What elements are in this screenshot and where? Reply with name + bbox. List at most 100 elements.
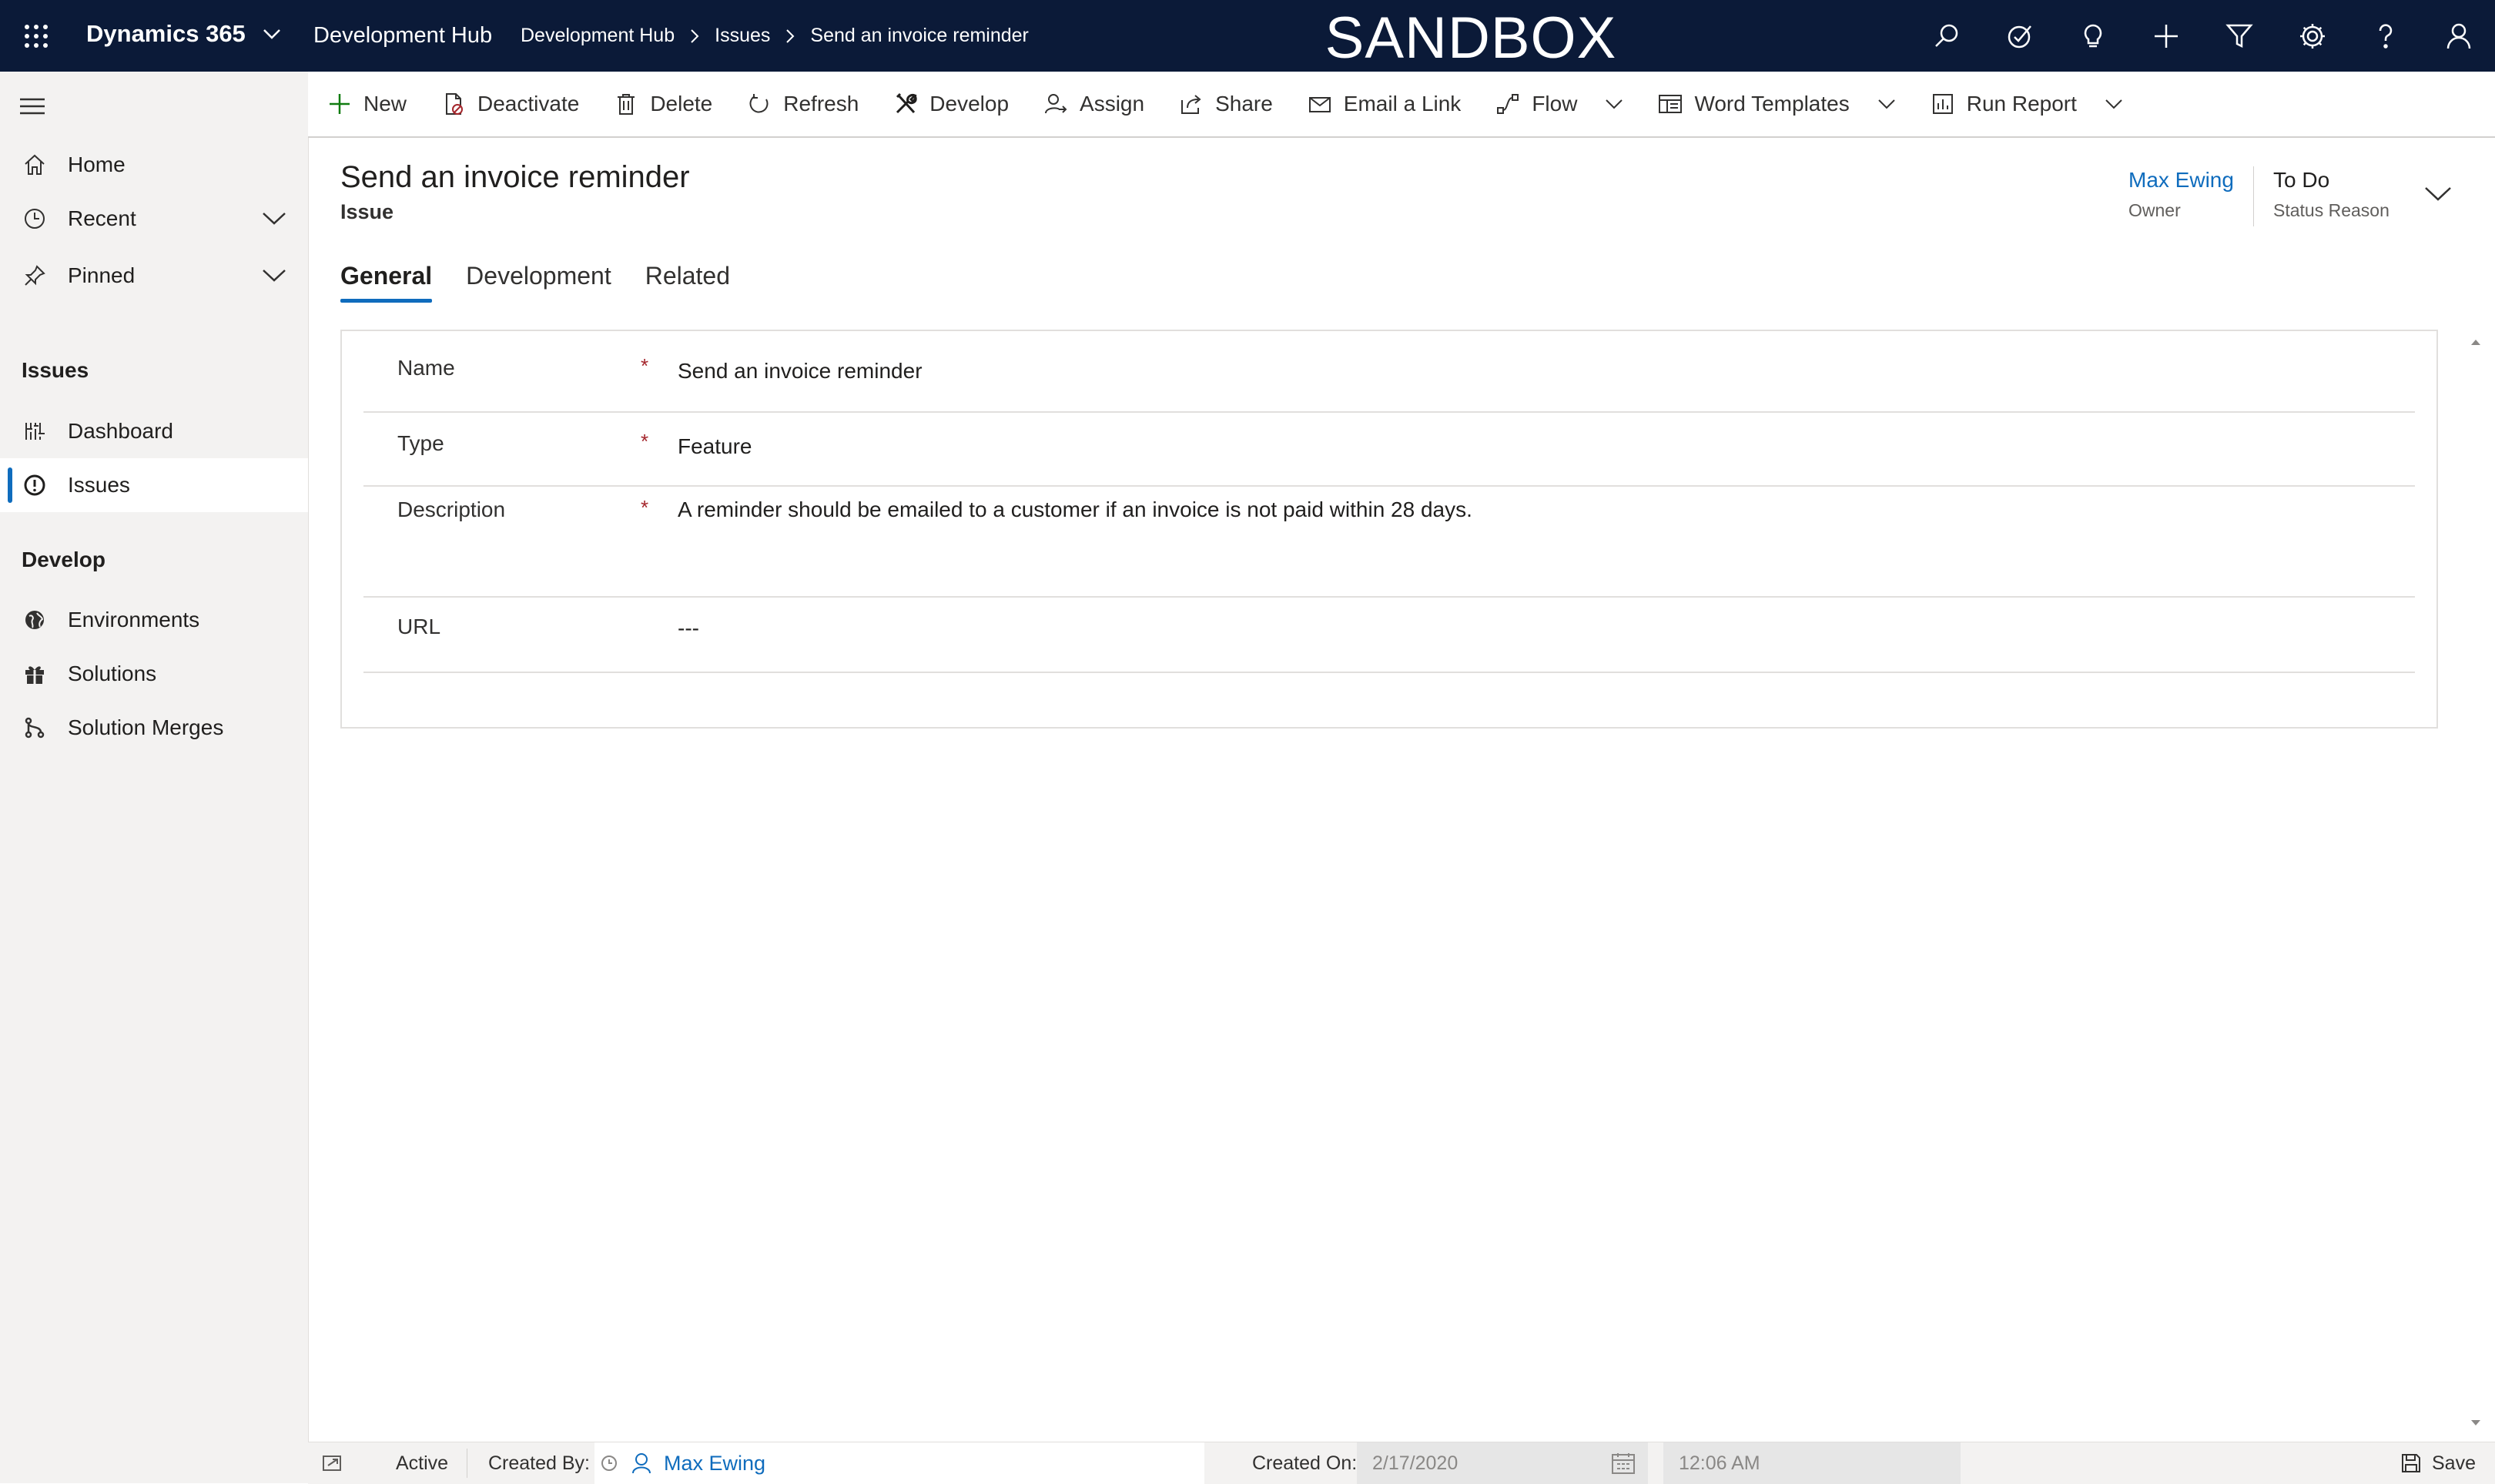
email-icon bbox=[1307, 91, 1333, 117]
tab-related[interactable]: Related bbox=[645, 262, 730, 303]
home-icon bbox=[22, 152, 48, 178]
required-marker: * bbox=[641, 430, 649, 453]
breadcrumb-item[interactable]: Development Hub bbox=[521, 25, 675, 47]
created-on-label: Created On: bbox=[1252, 1452, 1358, 1474]
command-label: Develop bbox=[929, 92, 1010, 116]
field-label: Description bbox=[397, 497, 506, 521]
breadcrumb-item[interactable]: Issues bbox=[715, 25, 770, 47]
url-input[interactable]: --- bbox=[678, 616, 699, 641]
flow-button[interactable]: Flow bbox=[1478, 72, 1640, 136]
general-section: Name * Send an invoice reminder Type * F… bbox=[340, 330, 2438, 729]
sitemap-item-issues[interactable]: Issues bbox=[0, 458, 308, 512]
plus-icon[interactable] bbox=[2129, 0, 2202, 72]
assign-icon bbox=[1043, 91, 1069, 117]
help-icon[interactable] bbox=[2349, 0, 2422, 72]
sitemap-item-environments[interactable]: Environments bbox=[0, 593, 308, 647]
lightbulb-icon[interactable] bbox=[2056, 0, 2129, 72]
clock-icon bbox=[601, 1456, 617, 1471]
command-label: Deactivate bbox=[477, 92, 580, 116]
record-entity-name: Issue bbox=[340, 200, 394, 223]
search-icon[interactable] bbox=[1910, 0, 1983, 72]
refresh-button[interactable]: Refresh bbox=[729, 72, 876, 136]
created-on-date-field[interactable]: 2/17/2020 bbox=[1357, 1442, 1648, 1484]
save-label: Save bbox=[2432, 1452, 2476, 1474]
form-footer: Active Created By: Max Ewing Created On:… bbox=[308, 1442, 2495, 1484]
sitemap-item-label: Issues bbox=[68, 473, 130, 497]
command-label: New bbox=[363, 92, 407, 116]
field-label: Name bbox=[397, 356, 455, 380]
deactivate-button[interactable]: Deactivate bbox=[424, 72, 596, 136]
description-textarea[interactable]: A reminder should be emailed to a custom… bbox=[678, 497, 1472, 522]
sitemap-group-header: Issues bbox=[22, 358, 89, 382]
sitemap-item-home[interactable]: Home bbox=[0, 138, 308, 192]
command-label: Run Report bbox=[1966, 92, 2077, 116]
email-a-link-button[interactable]: Email a Link bbox=[1290, 72, 1479, 136]
required-marker: * bbox=[641, 354, 649, 377]
chevron-down-icon[interactable] bbox=[262, 269, 286, 283]
chevron-down-icon[interactable] bbox=[1877, 99, 1896, 109]
run-report-button[interactable]: Run Report bbox=[1913, 72, 2140, 136]
app-switcher[interactable]: Dynamics 365 bbox=[86, 20, 281, 48]
word-templates-button[interactable]: Word Templates bbox=[1640, 72, 1912, 136]
assign-button[interactable]: Assign bbox=[1026, 72, 1161, 136]
user-icon bbox=[632, 1453, 651, 1474]
user-icon[interactable] bbox=[2422, 0, 2495, 72]
type-select[interactable]: Feature bbox=[678, 434, 752, 459]
sitemap-item-pinned[interactable]: Pinned bbox=[0, 249, 308, 303]
settings-icon[interactable] bbox=[2276, 0, 2349, 72]
field-label: Type bbox=[397, 431, 444, 455]
calendar-icon[interactable] bbox=[1611, 1452, 1636, 1475]
tab-development[interactable]: Development bbox=[466, 262, 611, 303]
delete-button[interactable]: Delete bbox=[596, 72, 729, 136]
header-owner-field[interactable]: Max Ewing Owner bbox=[2128, 168, 2234, 221]
sitemap-item-solutions[interactable]: Solutions bbox=[0, 647, 308, 701]
name-input[interactable]: Send an invoice reminder bbox=[678, 359, 923, 384]
sitemap-item-dashboard[interactable]: Dashboard bbox=[0, 404, 308, 458]
app-title[interactable]: Development Hub bbox=[313, 23, 492, 49]
created-on-time-field[interactable]: 12:06 AM bbox=[1663, 1442, 1961, 1484]
sitemap-item-label: Dashboard bbox=[68, 419, 173, 443]
breadcrumb: Development Hub Issues Send an invoice r… bbox=[521, 25, 1029, 47]
command-label: Share bbox=[1215, 92, 1273, 116]
top-navigation-bar: Dynamics 365 Development Hub Development… bbox=[0, 0, 2495, 72]
chevron-down-icon[interactable] bbox=[1605, 99, 1623, 109]
new-button[interactable]: New bbox=[308, 72, 424, 136]
header-status-reason-field[interactable]: To Do Status Reason bbox=[2273, 168, 2390, 221]
tab-general[interactable]: General bbox=[340, 262, 433, 303]
field-row-name: Name * Send an invoice reminder bbox=[363, 331, 2415, 413]
record-title: Send an invoice reminder bbox=[340, 160, 690, 194]
save-button[interactable]: Save bbox=[2401, 1442, 2476, 1484]
vertical-scrollbar[interactable] bbox=[2466, 330, 2486, 1435]
share-button[interactable]: Share bbox=[1161, 72, 1290, 136]
task-check-icon[interactable] bbox=[1983, 0, 2056, 72]
sitemap-item-solution-merges[interactable]: Solution Merges bbox=[0, 701, 308, 755]
command-label: Delete bbox=[650, 92, 713, 116]
chevron-down-icon[interactable] bbox=[2105, 99, 2123, 109]
sitemap-item-recent[interactable]: Recent bbox=[0, 192, 308, 246]
develop-button[interactable]: Develop bbox=[876, 72, 1026, 136]
sitemap-item-label: Recent bbox=[68, 206, 136, 230]
command-label: Flow bbox=[1532, 92, 1578, 116]
refresh-icon bbox=[746, 91, 772, 117]
header-expand-chevron-icon[interactable] bbox=[2424, 186, 2452, 202]
created-by-value[interactable]: Max Ewing bbox=[664, 1452, 765, 1476]
sitemap-item-label: Pinned bbox=[68, 263, 136, 287]
hamburger-menu-icon[interactable] bbox=[18, 95, 49, 118]
app-launcher-icon[interactable] bbox=[20, 20, 52, 52]
chevron-down-icon[interactable] bbox=[262, 212, 286, 226]
sandbox-banner: SANDBOX bbox=[1325, 5, 1617, 71]
globe-icon bbox=[22, 607, 48, 633]
status-reason-label: Status Reason bbox=[2273, 200, 2390, 220]
required-marker: * bbox=[641, 496, 649, 519]
word-icon bbox=[1657, 91, 1683, 117]
app-name: Dynamics 365 bbox=[86, 20, 246, 47]
field-row-url: URL --- bbox=[363, 596, 2415, 673]
owner-value[interactable]: Max Ewing bbox=[2128, 168, 2234, 193]
open-in-window-icon[interactable] bbox=[322, 1442, 343, 1484]
record-status: Active bbox=[396, 1452, 449, 1474]
chevron-right-icon bbox=[691, 28, 699, 43]
filter-icon[interactable] bbox=[2202, 0, 2276, 72]
field-row-description: Description * A reminder should be email… bbox=[363, 485, 2415, 598]
breadcrumb-item[interactable]: Send an invoice reminder bbox=[810, 25, 1029, 47]
created-by-field[interactable]: Max Ewing bbox=[594, 1442, 1204, 1484]
